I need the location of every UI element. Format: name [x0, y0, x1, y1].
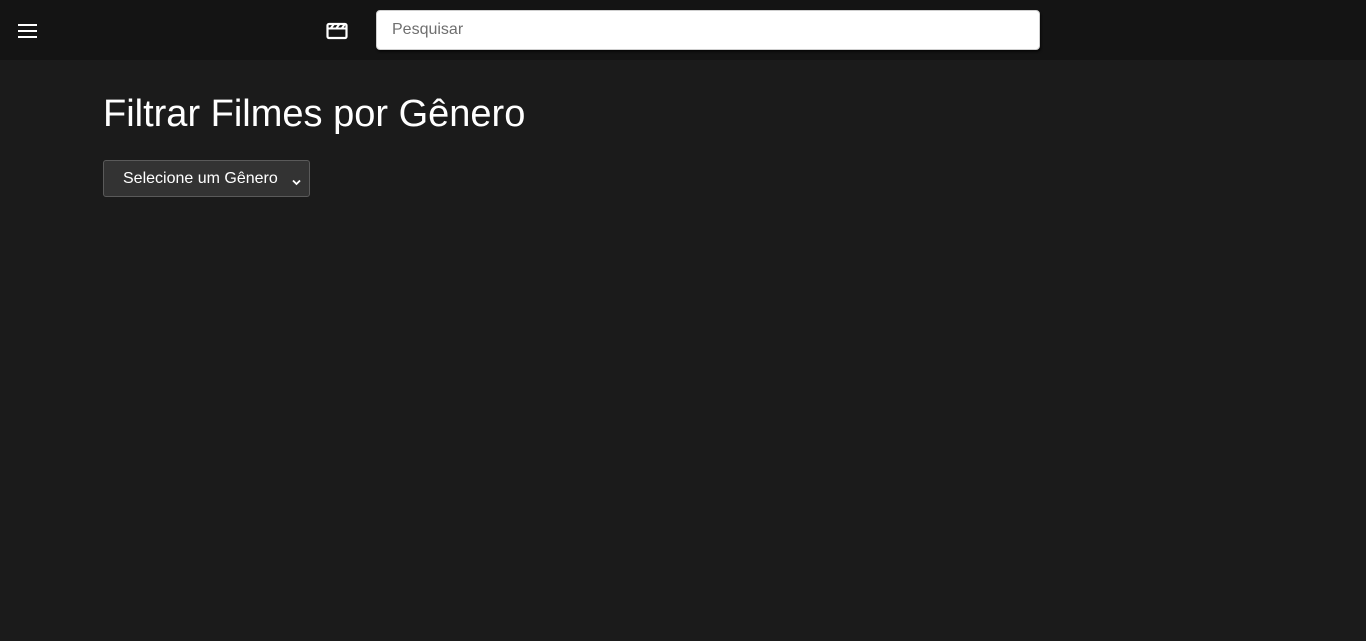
- top-navigation-bar: [0, 0, 1366, 60]
- genre-select-value: Selecione um Gênero: [123, 169, 278, 187]
- genre-select[interactable]: Selecione um Gênero: [103, 160, 310, 197]
- chevron-down-icon: [292, 174, 301, 186]
- page-title: Filtrar Filmes por Gênero: [103, 93, 526, 135]
- hamburger-menu-icon[interactable]: [16, 19, 40, 43]
- clapperboard-icon[interactable]: [325, 18, 349, 42]
- search-input[interactable]: [376, 10, 1040, 50]
